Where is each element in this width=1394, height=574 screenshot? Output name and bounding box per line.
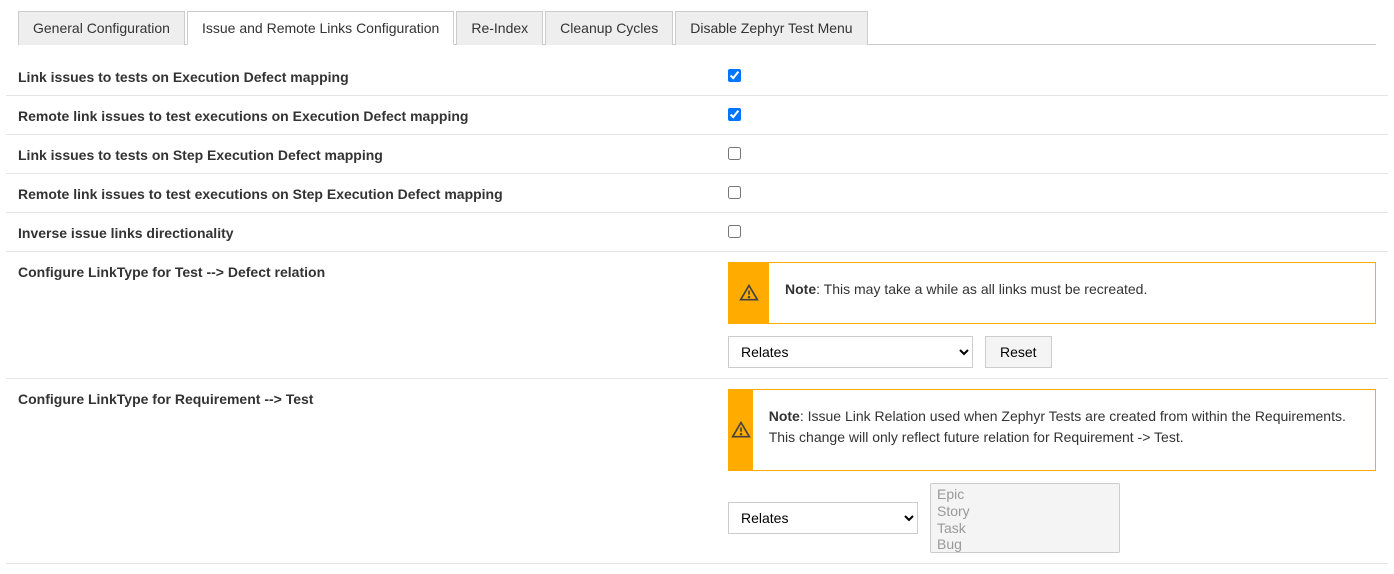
note-text-test-defect: : This may take a while as all links mus… [816, 281, 1147, 297]
label-remote-link-step-exec-defect: Remote link issues to test executions on… [18, 184, 718, 202]
alert-text-test-defect: Note: This may take a while as all links… [769, 263, 1163, 323]
label-inverse-links: Inverse issue links directionality [18, 223, 718, 241]
alert-test-defect: Note: This may take a while as all links… [728, 262, 1376, 324]
alert-text-req-test: Note: Issue Link Relation used when Zeph… [753, 390, 1375, 470]
checkbox-inverse-links[interactable] [728, 225, 741, 238]
alert-req-test: Note: Issue Link Relation used when Zeph… [728, 389, 1376, 471]
label-link-step-exec-defect: Link issues to tests on Step Execution D… [18, 145, 718, 163]
warning-icon [729, 263, 769, 323]
tabs-bar: General Configuration Issue and Remote L… [18, 10, 1376, 45]
label-link-exec-defect: Link issues to tests on Execution Defect… [18, 67, 718, 85]
tab-disable-zephyr-test-menu[interactable]: Disable Zephyr Test Menu [675, 11, 867, 45]
row-link-step-exec-defect: Link issues to tests on Step Execution D… [6, 135, 1388, 174]
tab-general-configuration[interactable]: General Configuration [18, 11, 185, 45]
select-issue-types[interactable]: Epic Story Task Bug [930, 483, 1120, 553]
label-remote-link-exec-defect: Remote link issues to test executions on… [18, 106, 718, 124]
checkbox-remote-link-exec-defect[interactable] [728, 108, 741, 121]
note-label: Note [769, 408, 800, 424]
note-label: Note [785, 281, 816, 297]
checkbox-remote-link-step-exec-defect[interactable] [728, 186, 741, 199]
select-test-defect-linktype[interactable]: Relates [728, 336, 973, 368]
row-remote-link-step-exec-defect: Remote link issues to test executions on… [6, 174, 1388, 213]
tab-issue-remote-links[interactable]: Issue and Remote Links Configuration [187, 11, 454, 45]
row-inverse-links: Inverse issue links directionality [6, 213, 1388, 252]
note-text-req-test: : Issue Link Relation used when Zephyr T… [769, 408, 1346, 445]
select-req-test-linktype[interactable]: Relates [728, 502, 918, 534]
checkbox-link-exec-defect[interactable] [728, 69, 741, 82]
checkbox-link-step-exec-defect[interactable] [728, 147, 741, 160]
tab-re-index[interactable]: Re-Index [456, 11, 543, 45]
row-cfg-req-test: Configure LinkType for Requirement --> T… [6, 379, 1388, 564]
row-remote-link-exec-defect: Remote link issues to test executions on… [6, 96, 1388, 135]
label-cfg-test-defect: Configure LinkType for Test --> Defect r… [18, 262, 718, 280]
label-cfg-req-test: Configure LinkType for Requirement --> T… [18, 389, 718, 407]
tab-cleanup-cycles[interactable]: Cleanup Cycles [545, 11, 673, 45]
row-cfg-test-defect: Configure LinkType for Test --> Defect r… [6, 252, 1388, 379]
reset-button[interactable]: Reset [985, 336, 1052, 368]
warning-icon [729, 390, 753, 470]
row-link-exec-defect: Link issues to tests on Execution Defect… [6, 57, 1388, 96]
